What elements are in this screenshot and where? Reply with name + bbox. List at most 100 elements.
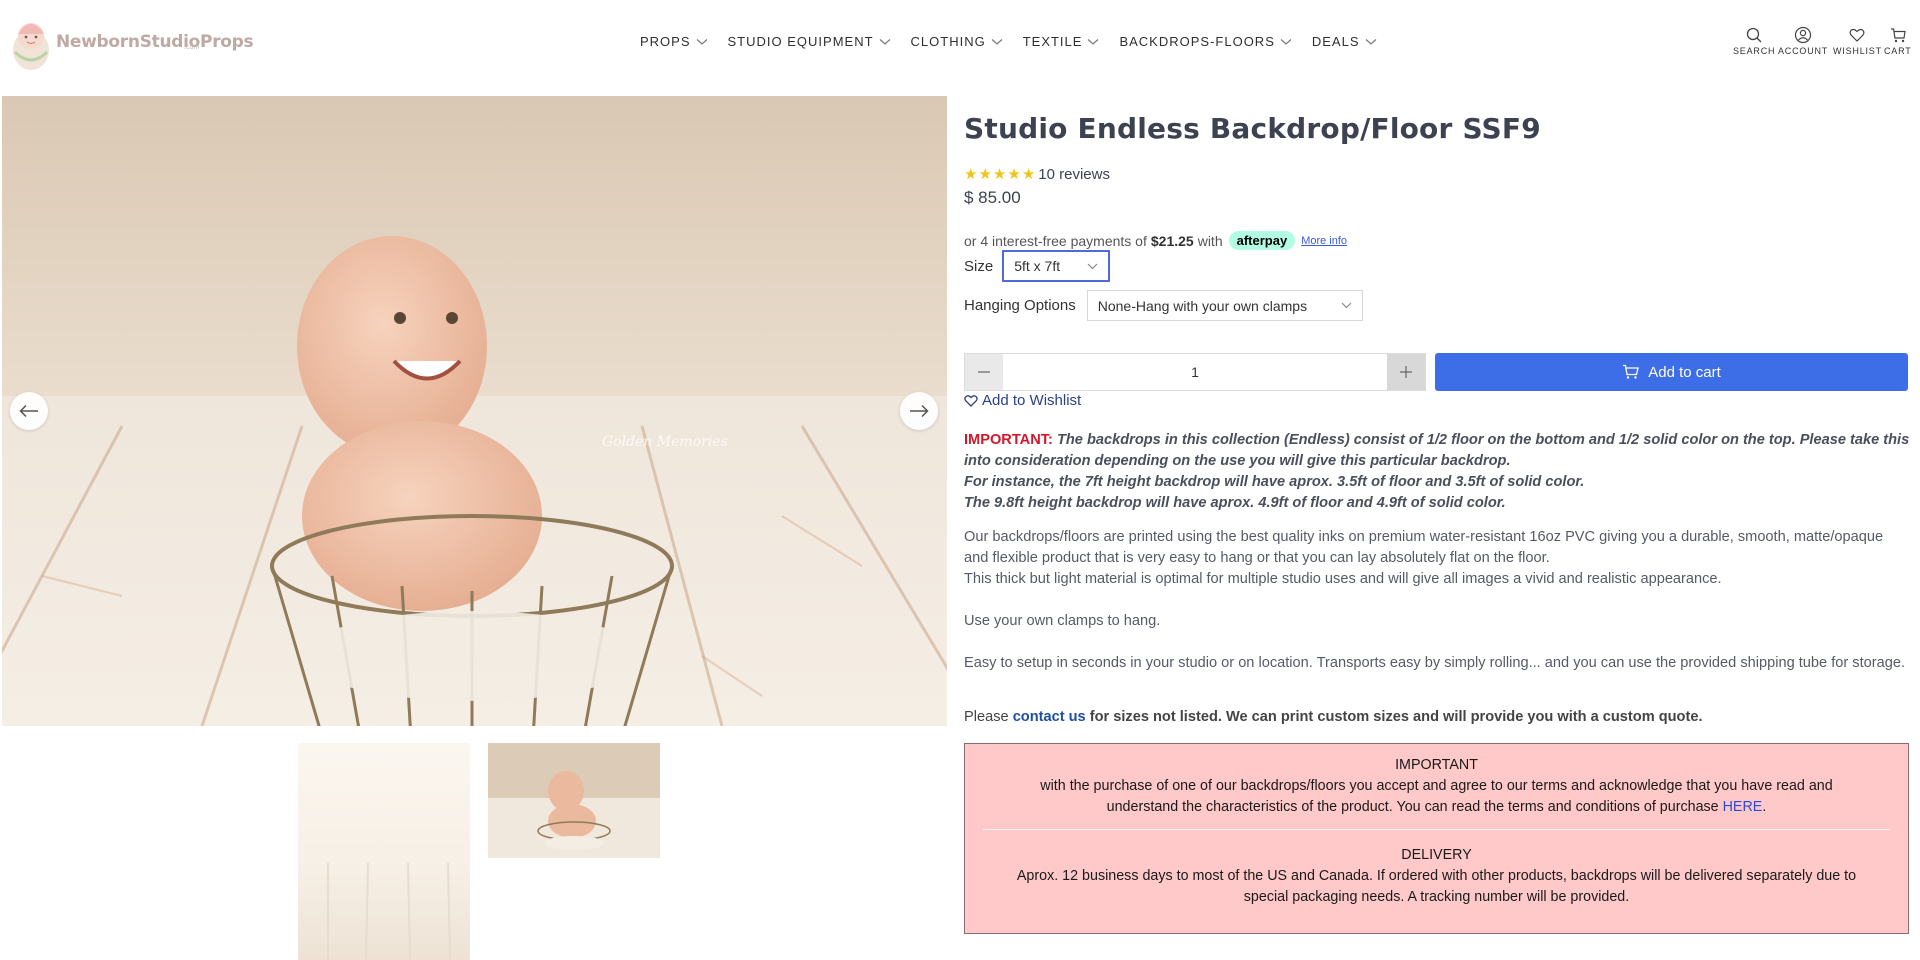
gallery-prev-button[interactable] <box>10 392 48 430</box>
contact-us-link[interactable]: contact us <box>1013 709 1086 725</box>
nav-item-props[interactable]: PROPS <box>640 34 708 49</box>
site-logo[interactable]: NewbornStudioProps <box>10 12 254 72</box>
important-note: IMPORTANT: The backdrops in this collect… <box>964 430 1910 514</box>
afterpay-info: or 4 interest-free payments of $21.25 wi… <box>964 231 1347 250</box>
product-title: Studio Endless Backdrop/Floor SSF9 <box>964 112 1541 145</box>
nav-label: DEALS <box>1311 34 1360 49</box>
star-icon: ★ <box>1021 166 1036 183</box>
search-button[interactable]: SEARCH <box>1733 26 1775 56</box>
search-label: SEARCH <box>1733 46 1776 56</box>
cart-button[interactable]: CART <box>1884 26 1912 56</box>
important-label: IMPORTANT: <box>964 432 1053 448</box>
afterpay-amount: $21.25 <box>1150 232 1194 249</box>
nav-item-studio-equipment[interactable]: STUDIO EQUIPMENT <box>728 34 891 49</box>
main-nav: PROPS STUDIO EQUIPMENT CLOTHING TEXTILE … <box>640 34 1377 49</box>
product-photo: Golden Memories <box>2 96 947 726</box>
chevron-down-icon <box>1365 38 1376 45</box>
watermark-text: Golden Memories <box>602 434 728 450</box>
notice-important-heading: IMPORTANT <box>1395 757 1478 773</box>
description-text-1a: Our backdrops/floors are printed using t… <box>964 529 1884 566</box>
notice-delivery-heading: DELIVERY <box>1401 847 1472 863</box>
user-icon <box>1794 26 1812 44</box>
product-price: $ 85.00 <box>964 188 1021 207</box>
add-to-cart-button[interactable]: Add to cart <box>1435 353 1908 391</box>
size-selected-value: 5ft x 7ft <box>1014 258 1061 274</box>
logo-text: NewbornStudioProps <box>56 32 254 52</box>
terms-here-link[interactable]: HERE <box>1723 799 1763 815</box>
hanging-selected-value: None-Hang with your own clamps <box>1097 297 1308 314</box>
description-paragraph-3: Easy to setup in seconds in your studio … <box>964 655 1906 671</box>
notice-period: . <box>1762 799 1767 815</box>
quantity-increase-button[interactable] <box>1387 354 1425 390</box>
quantity-input[interactable]: 1 <box>1003 354 1387 390</box>
thumbnail-backdrop[interactable] <box>298 743 470 960</box>
account-label: ACCOUNT <box>1778 46 1829 56</box>
gallery-next-button[interactable] <box>900 392 938 430</box>
plus-icon <box>1400 366 1412 378</box>
custom-size-suffix: for sizes not listed. We can print custo… <box>1089 709 1703 725</box>
nav-label: TEXTILE <box>1022 34 1083 49</box>
arrow-left-icon <box>19 404 38 418</box>
chevron-down-icon <box>1280 38 1292 45</box>
quantity-stepper: 1 <box>964 353 1426 391</box>
add-to-wishlist-link[interactable]: Add to Wishlist <box>964 392 1081 409</box>
product-main-image[interactable]: Golden Memories <box>2 96 947 726</box>
notice-important-body: with the purchase of one of our backdrop… <box>965 776 1908 818</box>
nav-item-textile[interactable]: TEXTILE <box>1023 34 1100 49</box>
hanging-select[interactable]: None-Hang with your own clamps <box>1086 290 1363 321</box>
thumbnail-baby[interactable] <box>488 743 660 858</box>
important-line-3: The 9.8ft height backdrop will have apro… <box>964 495 1506 511</box>
rating-stars: ★ ★ ★ ★ ★ <box>964 167 1035 182</box>
nav-item-deals[interactable]: DEALS <box>1312 34 1377 49</box>
nav-label: PROPS <box>640 34 691 49</box>
nav-label: STUDIO EQUIPMENT <box>727 34 874 49</box>
star-icon: ★ <box>1007 166 1021 183</box>
notice-divider <box>983 829 1890 830</box>
account-button[interactable]: ACCOUNT <box>1778 26 1828 56</box>
custom-size-note: Please contact us for sizes not listed. … <box>964 709 1703 725</box>
nav-label: CLOTHING <box>910 34 986 49</box>
star-icon: ★ <box>964 166 978 183</box>
site-header: NewbornStudioProps .com PROPS STUDIO EQU… <box>0 0 1920 88</box>
baby-logo-icon <box>13 23 49 70</box>
add-to-cart-label: Add to cart <box>1648 363 1721 381</box>
chevron-down-icon <box>1087 263 1098 269</box>
description-text-1b: This thick but light material is optimal… <box>964 571 1722 587</box>
add-to-wishlist-label: Add to Wishlist <box>982 392 1082 409</box>
star-icon: ★ <box>992 166 1007 183</box>
minus-icon <box>978 371 990 373</box>
heart-icon <box>964 395 978 407</box>
search-icon <box>1747 27 1762 43</box>
chevron-down-icon <box>991 38 1003 45</box>
cart-label: CART <box>1884 46 1912 56</box>
chevron-down-icon <box>696 38 707 45</box>
afterpay-prefix: or 4 interest-free payments of <box>964 232 1147 249</box>
wishlist-label: WISHLIST <box>1833 46 1882 56</box>
custom-size-prefix: Please <box>964 709 1009 725</box>
afterpay-more-info-link[interactable]: More info <box>1301 235 1347 247</box>
thumbnail-backdrop-image <box>327 862 451 960</box>
afterpay-badge-text: afterpay <box>1236 233 1288 248</box>
notice-important-text: with the purchase of one of our backdrop… <box>1040 778 1833 815</box>
thumbnail-baby-image <box>488 743 660 858</box>
product-rating[interactable]: ★ ★ ★ ★ ★ 10 reviews <box>964 166 1110 183</box>
cart-icon <box>1890 28 1906 43</box>
quantity-decrease-button[interactable] <box>965 354 1003 390</box>
review-count[interactable]: 10 reviews <box>1038 166 1110 183</box>
heart-icon <box>1849 28 1865 42</box>
afterpay-badge: afterpay <box>1228 231 1296 250</box>
notice-delivery-body: Aprox. 12 business days to most of the U… <box>1016 868 1857 905</box>
afterpay-suffix: with <box>1197 232 1223 249</box>
chevron-down-icon <box>879 38 890 45</box>
wishlist-header-button[interactable]: WISHLIST <box>1833 26 1882 56</box>
size-label: Size <box>964 257 994 275</box>
size-select[interactable]: 5ft x 7ft <box>1002 250 1111 282</box>
chevron-down-icon <box>1341 302 1352 309</box>
hanging-label: Hanging Options <box>964 297 1076 314</box>
nav-item-backdrops-floors[interactable]: BACKDROPS-FLOORS <box>1119 34 1292 49</box>
hanging-option: Hanging Options None-Hang with your own … <box>964 290 1363 321</box>
chevron-down-icon <box>1088 38 1099 45</box>
nav-item-clothing[interactable]: CLOTHING <box>911 34 1003 49</box>
nav-label: BACKDROPS-FLOORS <box>1119 34 1275 49</box>
terms-delivery-notice: IMPORTANT with the purchase of one of ou… <box>964 743 1909 934</box>
